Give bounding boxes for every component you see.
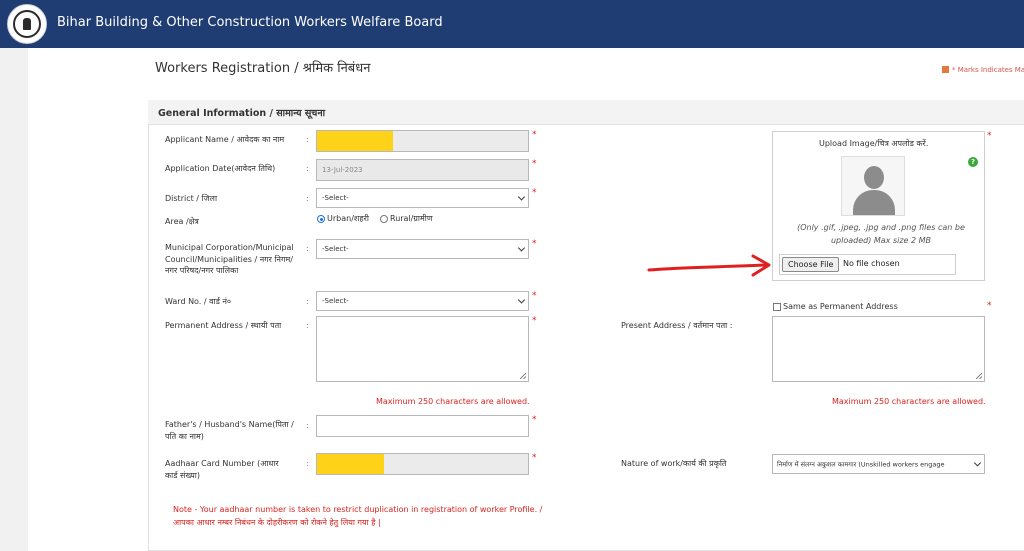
board-logo[interactable]	[7, 4, 47, 44]
present-address-label: Present Address / वर्तमान पता :	[621, 321, 733, 330]
father-name-input[interactable]	[316, 415, 529, 437]
nature-of-work-label: Nature of work/कार्य की प्रकृति	[621, 459, 727, 468]
chevron-down-icon	[517, 296, 526, 304]
ward-select[interactable]: -Select-	[316, 291, 529, 311]
required-mark: *	[532, 159, 537, 169]
father-name-label: Father's / Husband's Name(पिता / पति का …	[165, 420, 294, 441]
required-mark: *	[532, 291, 537, 301]
required-mark: *	[532, 415, 537, 425]
colon: :	[306, 297, 309, 306]
colon: :	[306, 194, 309, 203]
file-status: No file chosen	[843, 259, 900, 268]
colon: :	[306, 135, 309, 144]
aadhaar-note: Note - Your aadhaar number is taken to r…	[173, 505, 543, 527]
panel-header: General Information / सामान्य सूचना	[148, 100, 1024, 125]
permanent-address-label: Permanent Address / स्थायी पता	[165, 321, 282, 330]
file-input[interactable]: Choose File No file chosen	[779, 254, 956, 275]
chevron-down-icon	[973, 459, 982, 467]
page-title: Workers Registration / श्रमिक निबंधन	[155, 61, 371, 76]
required-mark: *	[532, 453, 537, 463]
application-date-input: 13-Jul-2023	[316, 159, 529, 181]
permanent-address-textarea[interactable]	[316, 316, 529, 382]
upload-image-label: Upload Image/चित्र अपलोड करें.	[819, 139, 929, 148]
municipal-select[interactable]: -Select-	[316, 239, 529, 259]
user-silhouette-icon	[841, 156, 905, 216]
emblem-icon	[13, 10, 41, 38]
redaction-highlight	[317, 131, 393, 151]
applicant-name-input[interactable]	[316, 130, 529, 152]
area-label: Area /क्षेत्र	[165, 217, 199, 226]
required-marks-note: * Marks Indicates Ma	[942, 66, 1024, 74]
rural-label[interactable]: Rural/ग्रामीण	[390, 213, 433, 225]
required-mark: *	[532, 316, 537, 326]
aadhaar-label: Aadhaar Card Number (आधार कार्ड संख्या)	[165, 459, 279, 480]
top-header: Bihar Building & Other Construction Work…	[0, 0, 1024, 48]
resize-grip-icon[interactable]	[976, 373, 982, 379]
required-mark: *	[532, 188, 537, 198]
district-select[interactable]: -Select-	[316, 188, 529, 208]
aadhaar-input[interactable]	[316, 453, 529, 475]
colon: :	[306, 321, 309, 330]
urban-label[interactable]: Urban/शहरी	[327, 213, 369, 225]
chevron-down-icon	[517, 193, 526, 201]
upload-note: (Only .gif, .jpeg, .jpg and .png files c…	[797, 223, 965, 245]
required-mark: *	[532, 130, 537, 140]
ward-label: Ward No. / वार्ड नं०	[165, 297, 232, 306]
nature-of-work-select[interactable]: निर्माण में संलग्न अकुशल कामगार (Unskill…	[772, 454, 985, 474]
section-title: General Information / सामान्य सूचना	[158, 108, 326, 119]
district-label: District / जिला	[165, 194, 218, 203]
colon: :	[306, 421, 309, 430]
same-as-permanent-checkbox[interactable]	[773, 303, 781, 311]
chevron-down-icon	[517, 244, 526, 252]
colon: :	[306, 164, 309, 173]
site-title[interactable]: Bihar Building & Other Construction Work…	[57, 15, 443, 30]
max-chars-hint: Maximum 250 characters are allowed.	[832, 397, 986, 406]
required-mark: *	[987, 301, 992, 311]
red-arrow-annotation	[647, 254, 771, 277]
help-icon[interactable]: ?	[968, 157, 978, 167]
max-chars-hint: Maximum 250 characters are allowed.	[376, 397, 530, 406]
required-icon	[942, 66, 949, 73]
required-mark: *	[532, 239, 537, 249]
colon: :	[306, 244, 309, 253]
redaction-highlight	[317, 454, 384, 474]
left-margin	[0, 48, 28, 551]
choose-file-button[interactable]: Choose File	[782, 257, 840, 272]
present-address-textarea[interactable]	[772, 316, 985, 382]
municipal-label: Municipal Corporation/Municipal Council/…	[165, 243, 294, 275]
required-mark: *	[987, 131, 992, 141]
rural-radio[interactable]	[380, 215, 388, 223]
urban-radio[interactable]	[317, 215, 325, 223]
application-date-label: Application Date(आवेदन तिथि)	[165, 164, 276, 173]
colon: :	[306, 459, 309, 468]
same-as-permanent-label[interactable]: Same as Permanent Address	[783, 301, 898, 313]
applicant-name-label: Applicant Name / आवेदक का नाम	[165, 135, 285, 144]
resize-grip-icon[interactable]	[520, 373, 526, 379]
